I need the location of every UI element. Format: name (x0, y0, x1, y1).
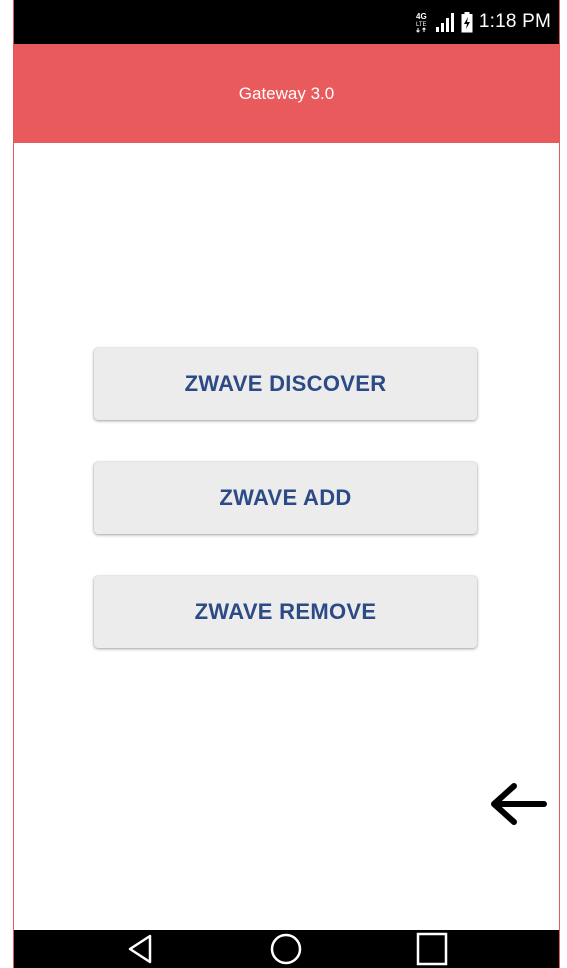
square-recent-icon[interactable] (412, 930, 452, 968)
main-content: ZWAVE DISCOVER ZWAVE ADD ZWAVE REMOVE (14, 143, 559, 930)
signal-strength-icon (435, 13, 454, 32)
status-bar: 4G LTE 1:18 PM (14, 0, 559, 44)
system-nav-bar (14, 930, 559, 968)
svg-text:LTE: LTE (416, 22, 427, 28)
device-frame: 4G LTE 1:18 PM Gateway 3.0 ZWAVE DISCOVE… (0, 0, 567, 968)
lte-network-icon: 4G LTE (416, 12, 427, 33)
status-time: 1:18 PM (478, 11, 551, 32)
arrow-left-icon[interactable] (486, 778, 548, 830)
app-bar: Gateway 3.0 (14, 44, 559, 143)
svg-text:4G: 4G (416, 12, 427, 21)
frame-edge-right (559, 0, 560, 968)
status-indicators: 4G LTE 1:18 PM (415, 0, 551, 44)
zwave-add-button[interactable]: ZWAVE ADD (94, 462, 477, 534)
zwave-remove-button[interactable]: ZWAVE REMOVE (94, 576, 477, 648)
battery-charging-icon (461, 11, 473, 32)
circle-home-icon[interactable] (266, 930, 306, 968)
triangle-back-icon[interactable] (122, 930, 162, 968)
screen: 4G LTE 1:18 PM Gateway 3.0 ZWAVE DISCOVE… (14, 0, 559, 968)
zwave-discover-button[interactable]: ZWAVE DISCOVER (94, 348, 477, 420)
app-title: Gateway 3.0 (238, 83, 335, 103)
